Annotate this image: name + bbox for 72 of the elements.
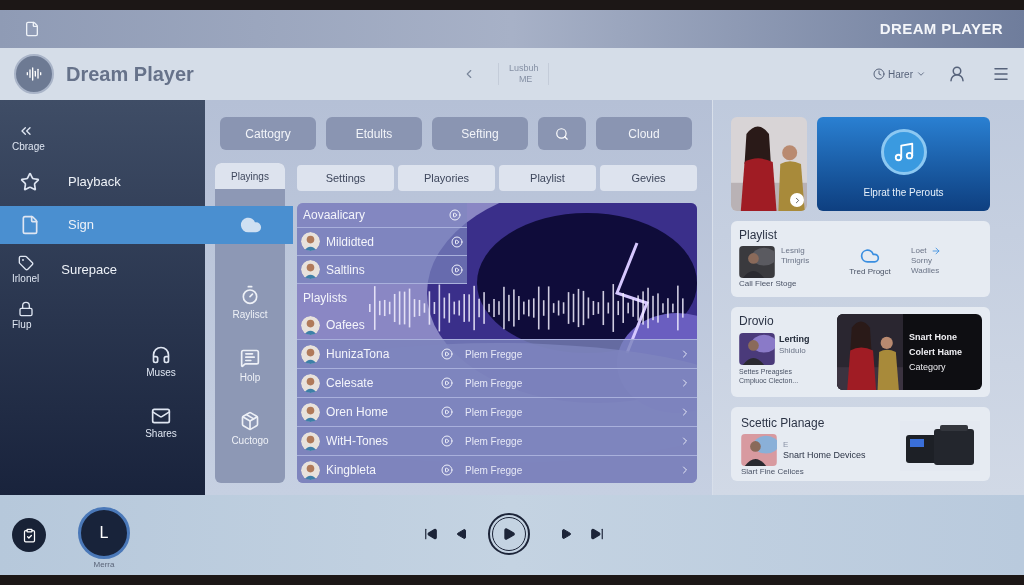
clock-icon <box>873 68 885 80</box>
card-text: Lerting <box>779 333 810 345</box>
sidebar-item[interactable]: Sign <box>0 206 293 244</box>
card-title: Scettic Planage <box>741 415 826 432</box>
toolbar-button[interactable]: Cattogry <box>220 117 316 150</box>
tab[interactable]: Playories <box>398 165 495 191</box>
user-name: Merra <box>93 559 115 571</box>
sidebar-item[interactable]: Flup <box>0 296 205 336</box>
user-avatar[interactable]: L <box>78 507 130 559</box>
user-menu[interactable]: Harer <box>873 66 926 82</box>
toolbar-button[interactable]: Cloud <box>596 117 692 150</box>
side-nav-tab[interactable]: Playings <box>215 163 285 189</box>
card-title: Playlist <box>739 227 778 244</box>
card-text: Tred Progct <box>849 266 891 278</box>
card-text: Shidulo <box>779 345 807 357</box>
skip-forward-icon[interactable] <box>590 527 604 541</box>
shortcut[interactable]: Shares <box>139 406 183 441</box>
promo-text: Category <box>909 360 947 374</box>
side-nav-item[interactable]: Raylisct <box>232 285 268 322</box>
promo-text: Snart Hone <box>909 330 958 344</box>
toolbar-button[interactable]: Etdults <box>326 117 422 150</box>
tab[interactable]: Playlist <box>499 165 596 191</box>
toolbar-button[interactable]: Sefting <box>432 117 528 150</box>
card-text: Tirnigris <box>781 256 811 266</box>
clipboard-icon <box>21 527 37 543</box>
timer-icon <box>240 285 260 305</box>
caret-icon <box>916 69 926 79</box>
message-icon <box>240 348 260 368</box>
sidebar-item[interactable]: Cbrage <box>0 118 205 158</box>
shortcut[interactable]: Muses <box>139 345 183 380</box>
lock-icon <box>18 300 34 317</box>
headphones-icon <box>151 345 171 365</box>
clipboard-button[interactable] <box>12 518 46 552</box>
sidebar-caption: Irlonel <box>12 271 40 286</box>
music-note-icon <box>892 140 915 163</box>
sidebar-label: Surepace <box>61 261 117 280</box>
app-title: Dream Player <box>66 62 194 87</box>
promo-card[interactable]: Snart Hone Colert Hame Category <box>837 314 982 390</box>
user-icon[interactable] <box>948 65 966 83</box>
menu-icon[interactable] <box>992 65 1010 83</box>
sound-wave-icon <box>26 66 42 82</box>
card-text: E <box>783 439 790 450</box>
app-brand: DREAM PLAYER <box>879 18 1003 39</box>
play-button[interactable] <box>488 513 530 555</box>
card-title: Drovio <box>739 313 775 330</box>
skip-back-icon[interactable] <box>424 527 438 541</box>
search-icon <box>555 126 569 141</box>
card-text: Wadlies <box>911 266 941 276</box>
mail-icon <box>151 406 171 426</box>
header-text: ME <box>518 74 534 85</box>
package-icon <box>240 411 260 431</box>
card-text: Snart Home Devices <box>783 450 866 461</box>
next-icon[interactable] <box>560 528 572 540</box>
tab[interactable]: Settings <box>297 165 394 191</box>
file-icon <box>20 215 40 235</box>
tab[interactable]: Gevies <box>600 165 697 191</box>
side-nav-item[interactable]: Cuctogo <box>231 411 269 448</box>
card-caption: Call Fleer Stoge <box>739 278 798 290</box>
card-text: Sorny <box>911 256 933 266</box>
star-icon <box>20 172 40 192</box>
header-text: Lusbuh <box>508 63 539 74</box>
promo-text: Colert Hame <box>909 345 962 359</box>
sidebar-item[interactable]: Playback <box>0 163 205 201</box>
previous-icon[interactable] <box>456 528 468 540</box>
side-nav-item[interactable]: Holp <box>239 348 261 385</box>
card-text: Lesnig <box>781 246 806 256</box>
card-caption: Slart Fine Celices <box>741 466 805 478</box>
tag-icon <box>17 254 34 271</box>
sidebar-item[interactable]: Irlonel Surepace <box>0 249 205 291</box>
feature-card[interactable]: Elprat the Perouts <box>817 117 990 211</box>
card-text: Loet <box>911 246 943 256</box>
play-icon <box>502 527 516 541</box>
